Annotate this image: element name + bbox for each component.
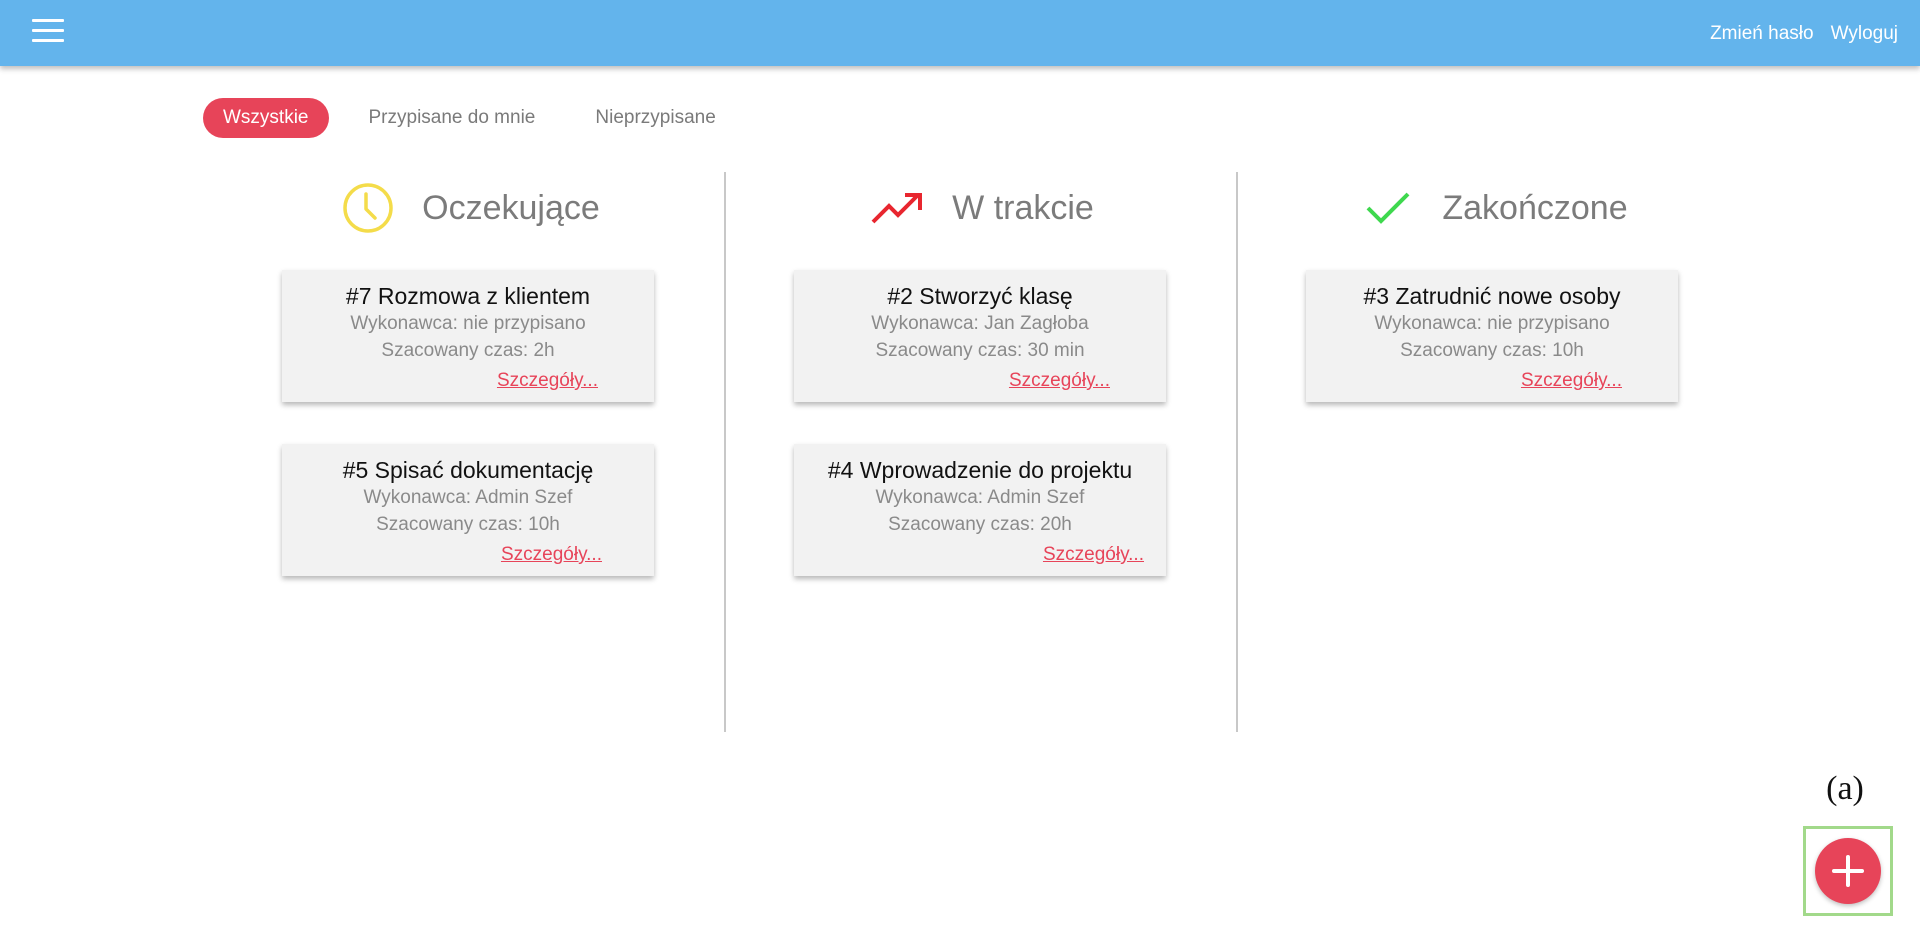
column-pending: Oczekujące #7 Rozmowa z klientem Wykonaw…: [214, 160, 726, 730]
change-password-link[interactable]: Zmień hasło: [1710, 23, 1814, 45]
trending-up-icon: [870, 180, 926, 236]
column-title: Oczekujące: [422, 188, 600, 227]
task-estimate: Szacowany czas: 2h: [381, 340, 555, 361]
task-assignee: Wykonawca: nie przypisano: [1374, 313, 1610, 334]
checkmark-icon: [1360, 180, 1416, 236]
task-details-link[interactable]: Szczegóły...: [1521, 370, 1622, 392]
task-card[interactable]: #5 Spisać dokumentację Wykonawca: Admin …: [282, 444, 654, 576]
column-title: Zakończone: [1442, 188, 1628, 227]
task-estimate: Szacowany czas: 30 min: [875, 340, 1085, 361]
task-details-link[interactable]: Szczegóły...: [501, 544, 602, 566]
column-header: W trakcie: [726, 170, 1238, 246]
clock-icon: [340, 180, 396, 236]
filter-all[interactable]: Wszystkie: [203, 98, 329, 138]
column-title: W trakcie: [952, 188, 1094, 227]
task-details-link[interactable]: Szczegóły...: [497, 370, 598, 392]
task-assignee: Wykonawca: Admin Szef: [363, 487, 573, 508]
annotation-label: (a): [1826, 770, 1864, 807]
top-navigation-bar: Zmień hasło Wyloguj: [0, 0, 1920, 66]
task-assignee: Wykonawca: nie przypisano: [350, 313, 586, 334]
column-in-progress: W trakcie #2 Stworzyć klasę Wykonawca: J…: [726, 160, 1238, 730]
add-task-highlight-box: [1803, 826, 1893, 916]
column-header: Zakończone: [1238, 170, 1750, 246]
task-card[interactable]: #3 Zatrudnić nowe osoby Wykonawca: nie p…: [1306, 270, 1678, 402]
filter-assigned-to-me[interactable]: Przypisane do mnie: [349, 98, 556, 138]
top-actions: Zmień hasło Wyloguj: [1710, 0, 1898, 68]
column-header: Oczekujące: [214, 170, 726, 246]
task-details-link[interactable]: Szczegóły...: [1043, 544, 1144, 566]
task-title: #5 Spisać dokumentację: [342, 457, 594, 483]
column-done: Zakończone #3 Zatrudnić nowe osoby Wykon…: [1238, 160, 1750, 730]
add-task-button[interactable]: [1815, 838, 1881, 904]
task-assignee: Wykonawca: Admin Szef: [875, 487, 1085, 508]
task-title: #2 Stworzyć klasę: [887, 283, 1073, 309]
task-assignee: Wykonawca: Jan Zagłoba: [871, 313, 1089, 334]
task-title: #7 Rozmowa z klientem: [345, 283, 591, 309]
logout-link[interactable]: Wyloguj: [1831, 23, 1898, 45]
task-card[interactable]: #4 Wprowadzenie do projektu Wykonawca: A…: [794, 444, 1166, 576]
hamburger-menu-icon[interactable]: [32, 18, 64, 44]
task-estimate: Szacowany czas: 10h: [1400, 340, 1584, 361]
task-estimate: Szacowany czas: 20h: [888, 514, 1072, 535]
task-title: #4 Wprowadzenie do projektu: [827, 457, 1133, 483]
task-estimate: Szacowany czas: 10h: [376, 514, 560, 535]
task-details-link[interactable]: Szczegóły...: [1009, 370, 1110, 392]
task-title: #3 Zatrudnić nowe osoby: [1363, 283, 1621, 309]
filter-unassigned[interactable]: Nieprzypisane: [575, 98, 735, 138]
task-card[interactable]: #2 Stworzyć klasę Wykonawca: Jan Zagłoba…: [794, 270, 1166, 402]
task-card[interactable]: #7 Rozmowa z klientem Wykonawca: nie prz…: [282, 270, 654, 402]
task-filter-tabs: Wszystkie Przypisane do mnie Nieprzypisa…: [203, 98, 756, 138]
